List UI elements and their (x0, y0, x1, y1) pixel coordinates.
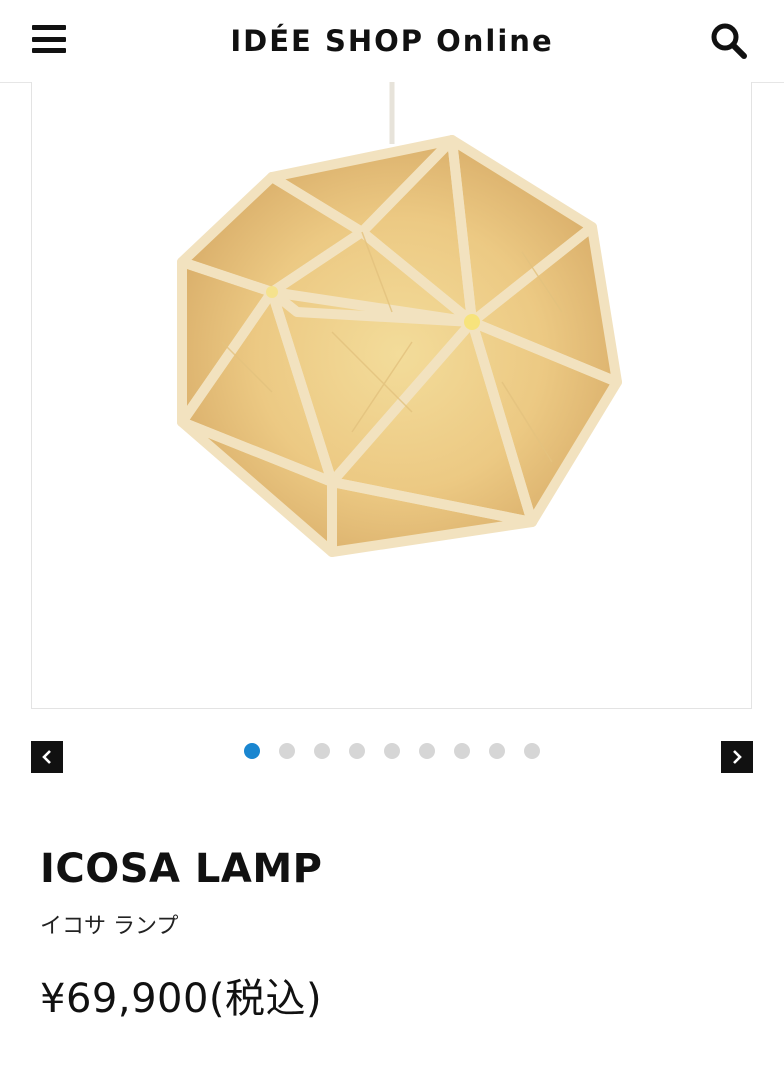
product-name: ICOSA LAMP (40, 846, 323, 892)
gallery-dot-1[interactable] (244, 743, 260, 759)
gallery-pagination (244, 743, 540, 759)
gallery-dot-2[interactable] (279, 743, 295, 759)
gallery-dot-7[interactable] (454, 743, 470, 759)
chevron-left-icon (42, 750, 51, 764)
product-image[interactable] (31, 82, 752, 709)
product-price: ¥69,900(税込) (40, 976, 323, 1022)
gallery-dot-4[interactable] (349, 743, 365, 759)
gallery-dot-3[interactable] (314, 743, 330, 759)
gallery-prev-button[interactable] (31, 741, 63, 773)
gallery-dot-5[interactable] (384, 743, 400, 759)
gallery-next-button[interactable] (721, 741, 753, 773)
site-header: IDÉE SHOP Online (0, 0, 784, 83)
gallery-dot-9[interactable] (524, 743, 540, 759)
icosa-lamp-image (177, 82, 622, 557)
site-title[interactable]: IDÉE SHOP Online (230, 24, 553, 58)
hamburger-menu-icon[interactable] (30, 22, 68, 56)
chevron-right-icon (733, 750, 742, 764)
gallery-dot-6[interactable] (419, 743, 435, 759)
gallery-dot-8[interactable] (489, 743, 505, 759)
product-name-ja: イコサ ランプ (40, 914, 179, 939)
search-icon[interactable] (708, 20, 750, 62)
